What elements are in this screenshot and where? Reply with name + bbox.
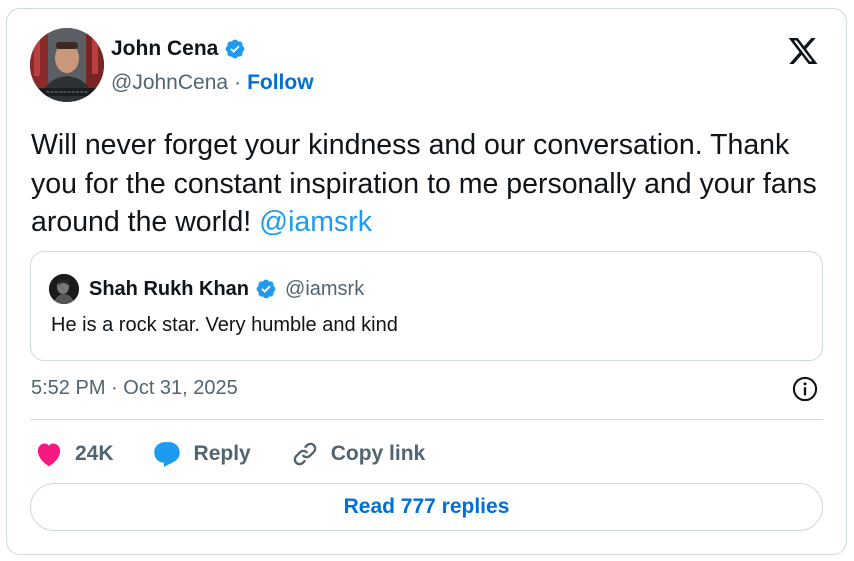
- reply-bubble-icon: [153, 442, 180, 467]
- tweet-embed-card: ~~~~~~~~~~ John Cena @JohnCena · Follow …: [6, 8, 847, 555]
- author-display-name[interactable]: John Cena: [111, 37, 218, 61]
- info-icon[interactable]: [791, 375, 819, 403]
- read-replies-button[interactable]: Read 777 replies: [30, 483, 823, 531]
- author-handle[interactable]: @JohnCena: [111, 71, 228, 95]
- copy-link-button[interactable]: Copy link: [291, 440, 426, 468]
- x-logo-icon[interactable]: [786, 35, 820, 67]
- follow-button[interactable]: Follow: [247, 71, 314, 95]
- quoted-author-name[interactable]: Shah Rukh Khan: [89, 278, 249, 301]
- reply-button[interactable]: Reply: [152, 440, 251, 468]
- quoted-author-avatar[interactable]: [49, 274, 79, 304]
- tweet-body: Will never forget your kindness and our …: [31, 129, 817, 238]
- like-button[interactable]: 24K: [35, 441, 114, 467]
- author-avatar[interactable]: ~~~~~~~~~~: [30, 28, 104, 102]
- quoted-tweet-text: He is a rock star. Very humble and kind: [51, 314, 398, 336]
- svg-text:~~~~~~~~~~: ~~~~~~~~~~: [46, 90, 88, 96]
- quoted-tweet[interactable]: Shah Rukh Khan @iamsrk He is a rock star…: [30, 251, 823, 361]
- author-handle-line: @JohnCena · Follow: [111, 71, 314, 95]
- tweet-timestamp[interactable]: 5:52 PM · Oct 31, 2025: [31, 377, 238, 400]
- quoted-tweet-header: Shah Rukh Khan @iamsrk: [49, 274, 364, 304]
- like-count: 24K: [75, 442, 114, 465]
- copy-link-label: Copy link: [330, 442, 426, 465]
- avatar-photo-icon: ~~~~~~~~~~: [30, 28, 104, 102]
- tweet-text: Will never forget your kindness and our …: [31, 126, 821, 242]
- quoted-author-handle[interactable]: @iamsrk: [285, 278, 364, 301]
- divider: [30, 419, 823, 420]
- quoted-verified-badge-icon: [256, 279, 276, 299]
- reply-label: Reply: [193, 442, 251, 465]
- mention-link[interactable]: @iamsrk: [259, 206, 372, 238]
- heart-icon: [37, 443, 61, 467]
- quoted-avatar-photo-icon: [49, 274, 79, 304]
- separator-dot: ·: [234, 71, 242, 94]
- action-bar: 24K Reply Copy link: [35, 437, 465, 471]
- verified-badge-icon: [225, 39, 245, 59]
- author-name-line: John Cena: [111, 37, 246, 61]
- link-icon: [293, 442, 316, 466]
